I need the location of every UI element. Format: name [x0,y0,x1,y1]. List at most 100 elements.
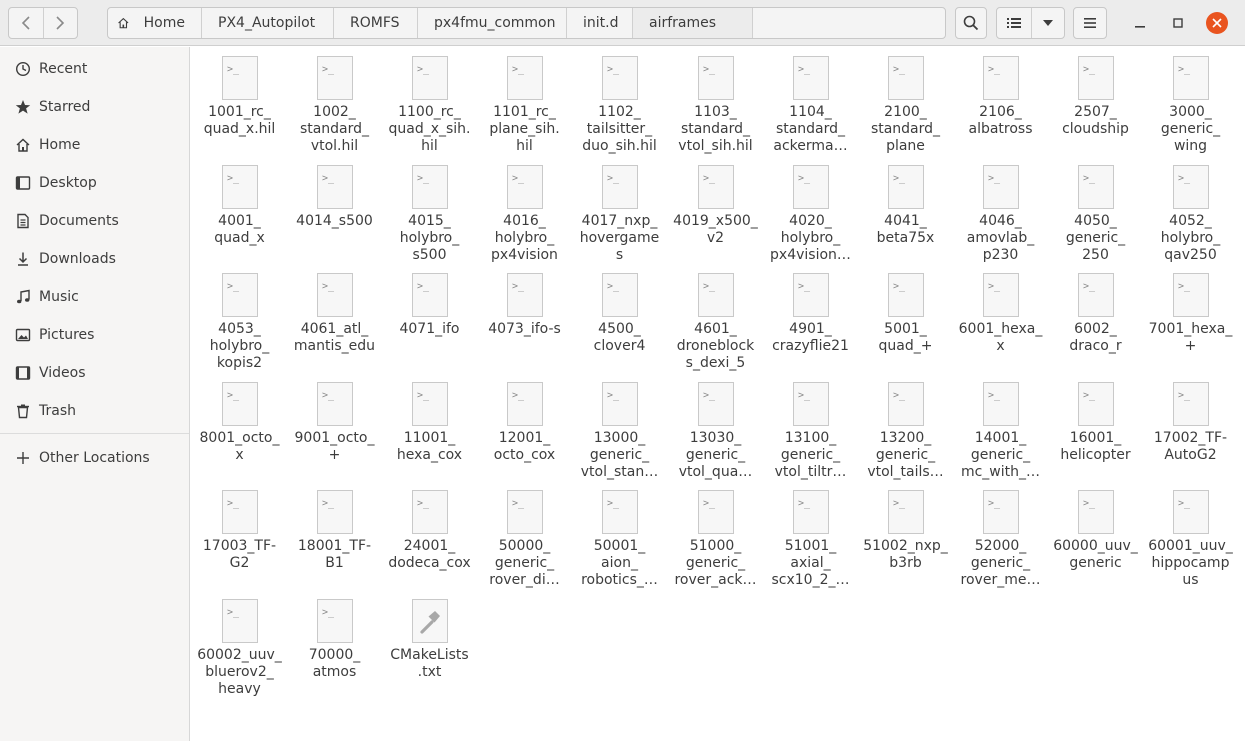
file-item[interactable]: >_ 4061_atl_ mantis_edu [287,265,382,373]
desktop-icon [15,175,31,191]
file-item[interactable]: >_ 1103_ standard_ vtol_sih.hil [668,48,763,156]
sidebar-item-videos[interactable]: Videos [0,355,189,391]
search-button[interactable] [955,7,987,39]
file-item[interactable]: >_ 3000_ generic_ wing [1143,48,1238,156]
file-item[interactable]: >_ 2106_ albatross [953,48,1048,156]
file-item[interactable]: >_ 1002_ standard_ vtol.hil [287,48,382,156]
file-item[interactable]: >_ 14001_ generic_ mc_with_… [953,374,1048,482]
sidebar-item-documents[interactable]: Documents [0,203,189,239]
file-item[interactable]: >_ 1101_rc_ plane_sih. hil [477,48,572,156]
file-item[interactable]: >_ 17003_TF- G2 [192,482,287,590]
file-item[interactable]: >_ 51002_nxp_ b3rb [858,482,953,590]
breadcrumb-label: px4fmu_common [434,15,556,31]
file-item[interactable]: >_ 4015_ holybro_ s500 [382,157,477,265]
sidebar-item-music[interactable]: Music [0,279,189,315]
file-item[interactable]: >_ 18001_TF- B1 [287,482,382,590]
svg-text:>_: >_ [417,173,430,184]
file-item[interactable]: >_ 4020_ holybro_ px4vision… [763,157,858,265]
file-item[interactable]: >_ 13000_ generic_ vtol_stan… [572,374,667,482]
sidebar-item-desktop[interactable]: Desktop [0,165,189,201]
svg-text:>_: >_ [1083,64,1096,75]
file-item[interactable]: >_ 50000_ generic_ rover_di… [477,482,572,590]
back-button[interactable] [9,8,43,38]
file-item[interactable]: >_ 2100_ standard_ plane [858,48,953,156]
file-item[interactable]: >_ 4017_nxp_ hovergame s [572,157,667,265]
file-item[interactable]: >_ 7001_hexa_ + [1143,265,1238,373]
forward-button[interactable] [42,8,77,38]
svg-text:>_: >_ [1178,173,1191,184]
file-item[interactable]: >_ 4041_ beta75x [858,157,953,265]
breadcrumb-px4fmu-common[interactable]: px4fmu_common [418,8,567,38]
file-item[interactable]: >_ 16001_ helicopter [1048,374,1143,482]
breadcrumb-home[interactable]: Home [108,8,202,38]
file-item[interactable]: >_ 4001_ quad_x [192,157,287,265]
file-item[interactable]: >_ 13030_ generic_ vtol_qua… [668,374,763,482]
sidebar-item-downloads[interactable]: Downloads [0,241,189,277]
file-item[interactable]: >_ 1001_rc_ quad_x.hil [192,48,287,156]
file-item[interactable]: >_ 24001_ dodeca_cox [382,482,477,590]
file-item[interactable]: >_ 5001_ quad_+ [858,265,953,373]
file-item[interactable]: >_ 13100_ generic_ vtol_tiltr… [763,374,858,482]
file-item[interactable]: >_ 4052_ holybro_ qav250 [1143,157,1238,265]
file-item[interactable]: >_ 4073_ifo-s [477,265,572,373]
file-item[interactable]: >_ 4019_x500_ v2 [668,157,763,265]
breadcrumb-airframes[interactable]: airframes [633,8,753,38]
file-item[interactable]: >_ 4046_ amovlab_ p230 [953,157,1048,265]
script-file-icon: >_ [697,381,735,427]
script-file-icon: >_ [887,272,925,318]
file-item[interactable]: >_ 4500_ clover4 [572,265,667,373]
file-item[interactable]: >_ 13200_ generic_ vtol_tails… [858,374,953,482]
file-item[interactable]: >_ 4050_ generic_ 250 [1048,157,1143,265]
file-item[interactable]: >_ 9001_octo_ + [287,374,382,482]
file-item[interactable]: >_ 60001_uuv_ hippocamp us [1143,482,1238,590]
file-item[interactable]: >_ 6002_ draco_r [1048,265,1143,373]
file-item[interactable]: >_ 4601_ droneblock s_dexi_5 [668,265,763,373]
file-item[interactable]: >_ 1100_rc_ quad_x_sih. hil [382,48,477,156]
file-item[interactable]: >_ 1104_ standard_ ackerma… [763,48,858,156]
script-file-icon: >_ [1077,55,1115,101]
file-item[interactable]: >_ 70000_ atmos [287,591,382,699]
search-icon [963,15,979,31]
script-file-icon: >_ [316,164,354,210]
file-item[interactable]: >_ 4016_ holybro_ px4vision [477,157,572,265]
breadcrumb-romfs[interactable]: ROMFS [334,8,418,38]
breadcrumb-px4-autopilot[interactable]: PX4_Autopilot [202,8,334,38]
sidebar-item-recent[interactable]: Recent [0,51,189,87]
view-options-button[interactable] [1030,8,1065,38]
file-item[interactable]: >_ 6001_hexa_ x [953,265,1048,373]
maximize-button[interactable] [1167,12,1189,34]
file-item[interactable]: >_ 50001_ aion_ robotics_… [572,482,667,590]
script-file-icon: >_ [982,489,1020,535]
list-view-button[interactable] [997,8,1031,38]
file-item[interactable]: >_ 4014_s500 [287,157,382,265]
menu-button[interactable] [1073,7,1107,39]
sidebar-item-starred[interactable]: Starred [0,89,189,125]
file-item[interactable]: >_ 2507_ cloudship [1048,48,1143,156]
file-item[interactable]: >_ 4901_ crazyflie21 [763,265,858,373]
file-item[interactable]: >_ 4071_ifo [382,265,477,373]
file-item[interactable]: >_ 60000_uuv_ generic [1048,482,1143,590]
file-item[interactable]: >_ 51001_ axial_ scx10_2_… [763,482,858,590]
close-button[interactable] [1206,12,1228,34]
svg-text:>_: >_ [1083,498,1096,509]
file-item[interactable]: >_ 4053_ holybro_ kopis2 [192,265,287,373]
file-item[interactable]: >_ 8001_octo_ x [192,374,287,482]
svg-text:>_: >_ [703,64,716,75]
file-item[interactable]: >_ 12001_ octo_cox [477,374,572,482]
sidebar-item-other-locations[interactable]: Other Locations [0,440,189,476]
file-item[interactable]: >_ 1102_ tailsitter_ duo_sih.hil [572,48,667,156]
sidebar-item-trash[interactable]: Trash [0,393,189,429]
minimize-button[interactable] [1129,12,1151,34]
breadcrumb-init-d[interactable]: init.d [567,8,633,38]
sidebar-item-label: Recent [39,61,88,77]
document-icon [15,213,31,229]
file-item[interactable]: >_ 60002_uuv_ bluerov2_ heavy [192,591,287,699]
sidebar-item-home[interactable]: Home [0,127,189,163]
sidebar-item-pictures[interactable]: Pictures [0,317,189,353]
file-item[interactable]: >_ 52000_ generic_ rover_me… [953,482,1048,590]
sidebar-item-label: Music [39,289,79,305]
file-item[interactable]: >_ 17002_TF- AutoG2 [1143,374,1238,482]
file-item[interactable]: >_ 51000_ generic_ rover_ack… [668,482,763,590]
file-item[interactable]: >_ 11001_ hexa_cox [382,374,477,482]
file-item[interactable]: CMakeLists .txt [382,591,477,699]
